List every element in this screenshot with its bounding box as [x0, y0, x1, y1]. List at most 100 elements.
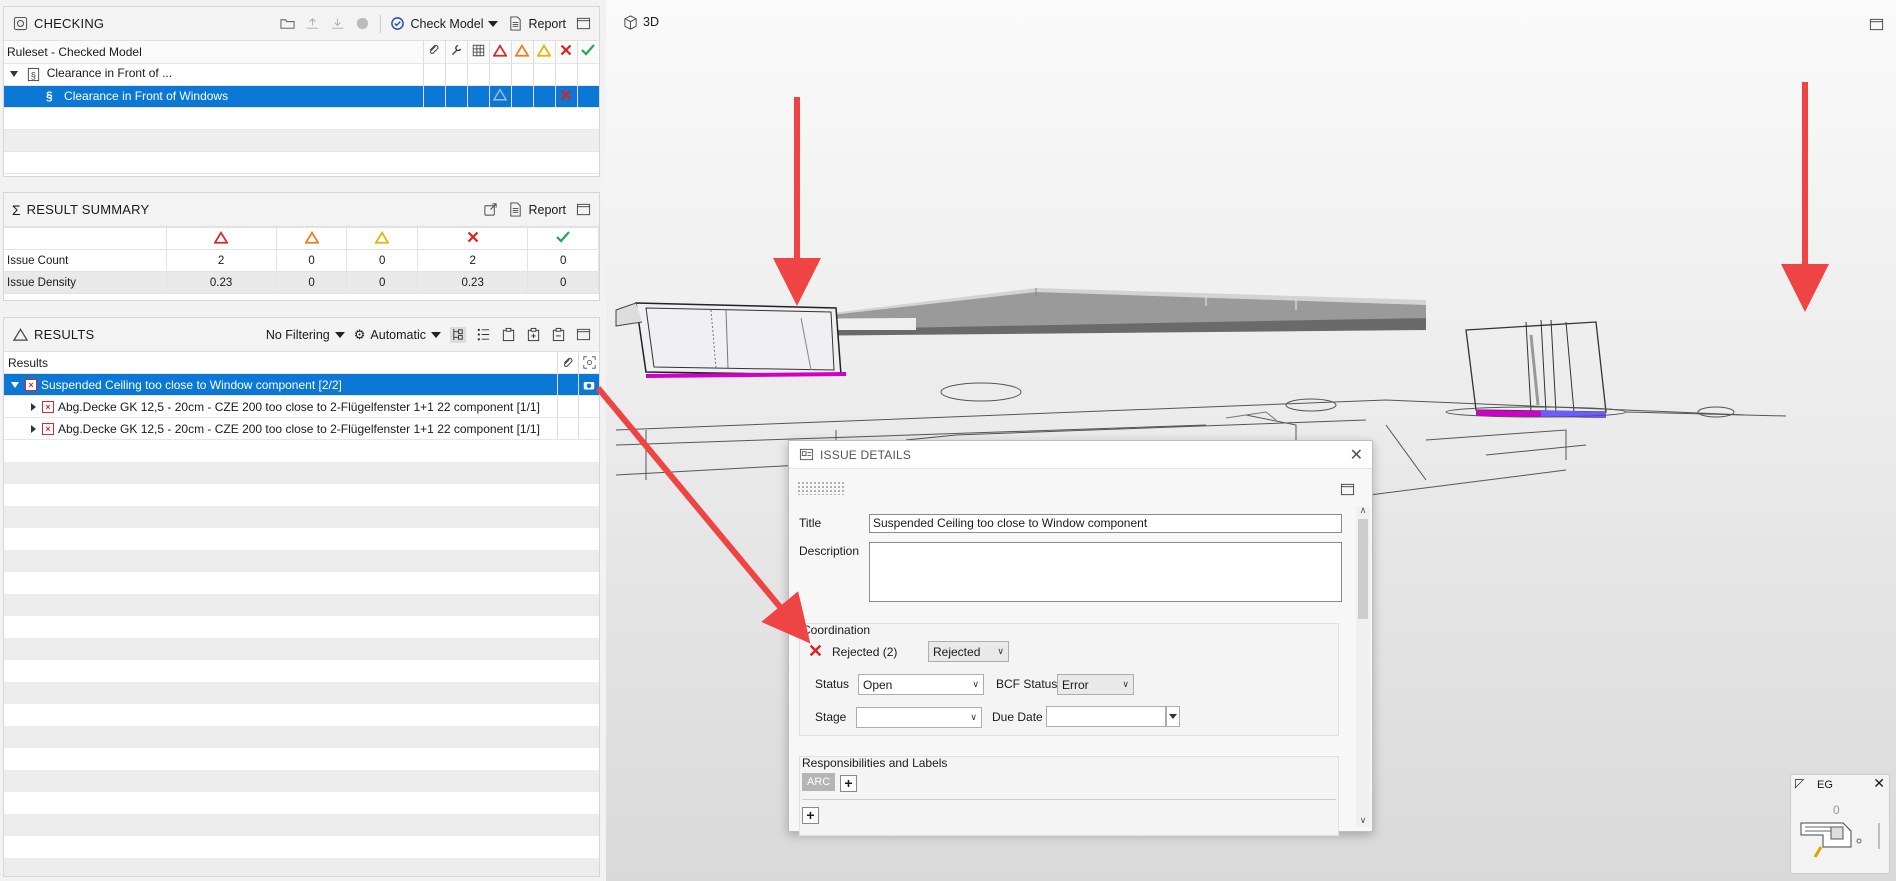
rejected-count-text: Rejected (2) [832, 645, 898, 659]
close-icon[interactable]: ✕ [1873, 775, 1885, 792]
description-label: Description [799, 544, 860, 558]
add-responsibility-button[interactable]: + [802, 807, 819, 824]
critical-icon [165, 227, 277, 250]
title-label: Title [799, 516, 822, 530]
scrollbar-thumb[interactable] [1358, 519, 1368, 619]
cell [466, 85, 489, 108]
cell [576, 85, 599, 108]
cell [466, 63, 489, 86]
expand-right-icon[interactable] [31, 402, 36, 411]
view-title-label: 3D [643, 15, 659, 29]
add-label-button[interactable]: + [840, 775, 857, 792]
rule-row-cell: § Clearance in Front of Windows [4, 85, 423, 108]
cell [422, 63, 445, 86]
toolbar-separator [379, 14, 381, 33]
maximize-dialog-icon[interactable] [1339, 481, 1355, 497]
download-icon[interactable] [330, 16, 346, 32]
sigma-icon: Σ [12, 201, 21, 218]
export-summary-icon[interactable] [482, 202, 498, 218]
bcf-status-value: Error [1062, 677, 1089, 692]
stop-icon[interactable] [355, 16, 371, 32]
scroll-down-icon[interactable]: ∨ [1356, 815, 1370, 827]
rejected-icon [417, 227, 529, 250]
tree-view-icon[interactable] [450, 326, 466, 343]
checking-report-button[interactable]: Report [507, 16, 566, 32]
arc-label-chip[interactable]: ARC [802, 773, 836, 791]
issue-error-icon: × [25, 378, 37, 391]
major-column-icon [510, 41, 533, 64]
rejected-select[interactable]: Rejected ∨ [928, 641, 1009, 662]
ruleset-column-header: Ruleset - Checked Model [4, 41, 423, 64]
issue-density-critical: 0.23 [165, 271, 277, 294]
rule-row-selected[interactable]: § Clearance in Front of Windows [4, 85, 599, 108]
drag-handle[interactable] [797, 481, 845, 495]
open-folder-icon[interactable] [280, 16, 296, 32]
status-select[interactable]: Open ∨ [858, 674, 984, 695]
attachment-column-icon [422, 41, 445, 64]
summary-report-button[interactable]: Report [507, 202, 566, 218]
stage-select[interactable]: ∨ [856, 707, 982, 728]
result-item-row[interactable]: × Abg.Decke GK 12,5 - 20cm - CZE 200 too… [4, 396, 599, 418]
result-item-label: Abg.Decke GK 12,5 - 20cm - CZE 200 too c… [58, 399, 540, 414]
date-picker-button[interactable] [1166, 706, 1180, 727]
maximize-panel-icon[interactable] [575, 202, 591, 218]
due-date-label: Due Date [992, 710, 1043, 724]
maximize-view-icon[interactable] [1868, 16, 1884, 32]
cube-icon [622, 14, 638, 30]
cell [557, 374, 578, 395]
expand-down-icon[interactable] [11, 381, 19, 388]
issue-card-icon [798, 447, 814, 463]
minor-column-icon [532, 41, 555, 64]
result-group-row[interactable]: × Suspended Ceiling too close to Window … [4, 374, 599, 396]
maximize-panel-icon[interactable] [575, 327, 591, 343]
cell [510, 85, 533, 108]
clipboard-icon[interactable] [500, 327, 516, 343]
issue-details-title: ISSUE DETAILS [820, 447, 912, 462]
issue-count-row: Issue Count 2 0 0 2 0 [4, 249, 599, 272]
mode-dropdown[interactable]: ⚙ Automatic [354, 327, 441, 343]
level-label: EG [1817, 779, 1833, 791]
check-model-dropdown-icon[interactable] [488, 20, 499, 27]
expand-down-icon[interactable] [10, 71, 18, 78]
scroll-up-icon[interactable]: ∧ [1356, 505, 1370, 517]
cell [532, 63, 555, 86]
checking-header: CHECKING Check Model Report [4, 7, 599, 41]
maximize-panel-icon[interactable] [575, 16, 591, 32]
summary-icon-row [4, 227, 599, 250]
result-summary-panel: Σ RESULT SUMMARY Report Issue Count 2 0 … [3, 192, 600, 301]
dialog-scrollbar[interactable]: ∧ ∨ [1356, 505, 1370, 827]
description-input[interactable] [869, 542, 1342, 602]
level-minimap[interactable]: ◸ EG ✕ 0 [1790, 774, 1890, 874]
bcf-status-select[interactable]: Error ∨ [1057, 674, 1134, 695]
close-icon[interactable]: ✕ [1350, 445, 1363, 465]
due-date-input[interactable] [1046, 706, 1166, 727]
cell [422, 85, 445, 108]
title-input[interactable]: Suspended Ceiling too close to Window co… [869, 514, 1342, 533]
clipboard-remove-icon[interactable] [550, 327, 566, 343]
issue-count-rejected: 2 [417, 249, 529, 272]
result-item-row[interactable]: × Abg.Decke GK 12,5 - 20cm - CZE 200 too… [4, 418, 599, 440]
filter-dropdown[interactable]: No Filtering [266, 328, 345, 342]
pencil-icon[interactable]: ◸ [1795, 776, 1804, 790]
rejected-select-value: Rejected [933, 644, 981, 659]
list-view-icon[interactable] [475, 327, 491, 343]
check-model-button[interactable]: Check Model [390, 16, 499, 32]
ruleset-table: Ruleset - Checked Model § Clearance in F… [4, 41, 599, 174]
upload-icon[interactable] [305, 16, 321, 32]
expand-right-icon[interactable] [31, 424, 36, 433]
chevron-down-icon: ∨ [997, 646, 1004, 656]
cell [510, 63, 533, 86]
clipboard-add-icon[interactable] [525, 327, 541, 343]
chevron-down-icon [1169, 714, 1177, 719]
focus-column-icon [578, 352, 599, 373]
chevron-down-icon: ∨ [1122, 679, 1129, 689]
responsibilities-group: Responsibilities and Labels ARC + + [799, 756, 1339, 836]
checking-title: CHECKING [34, 16, 105, 31]
camera-icon[interactable] [578, 374, 599, 395]
ruleset-row[interactable]: § Clearance in Front of ... [4, 63, 599, 86]
cell [554, 63, 577, 86]
check-model-label: Check Model [410, 16, 484, 31]
status-value: Open [863, 677, 893, 692]
checking-panel: CHECKING Check Model Report Ruleset - Ch… [3, 6, 600, 177]
major-icon [275, 227, 348, 250]
